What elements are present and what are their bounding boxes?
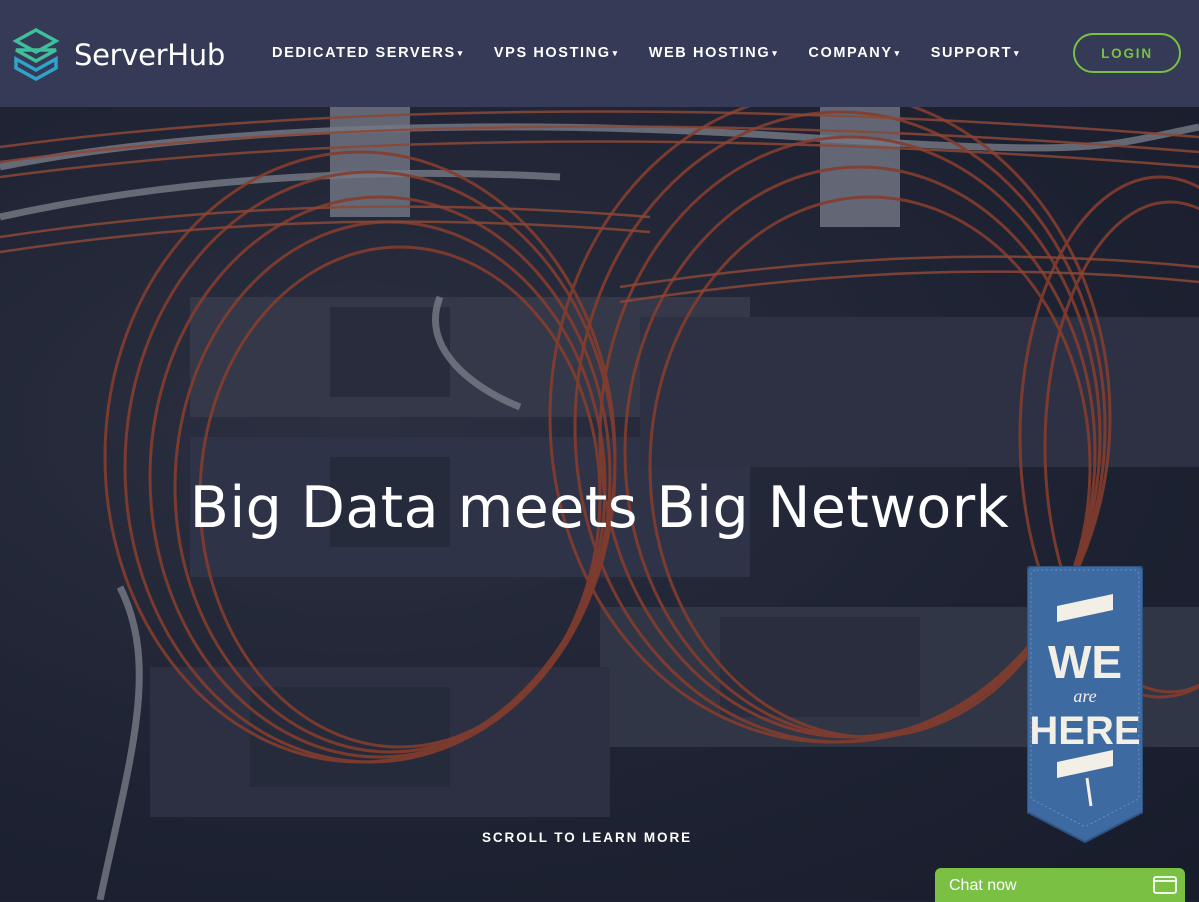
- caret-down-icon: ▾: [457, 47, 464, 58]
- nav-label: COMPANY: [808, 45, 893, 61]
- caret-down-icon: ▾: [1014, 47, 1021, 58]
- hero-section: Big Data meets Big Network SCROLL TO LEA…: [0, 107, 1199, 900]
- badge-line3: HERE: [1029, 709, 1140, 753]
- nav-dedicated-servers[interactable]: DEDICATED SERVERS ▾: [272, 45, 464, 61]
- nav-web-hosting[interactable]: WEB HOSTING ▾: [649, 45, 779, 61]
- top-navbar: ServerHub DEDICATED SERVERS ▾ VPS HOSTIN…: [0, 0, 1199, 107]
- nav-label: SUPPORT: [930, 45, 1013, 61]
- we-are-here-badge[interactable]: WE are HERE: [1026, 565, 1144, 849]
- nav-label: DEDICATED SERVERS: [272, 45, 456, 61]
- chat-now-widget[interactable]: Chat now: [935, 868, 1185, 902]
- login-button[interactable]: LOGIN: [1073, 33, 1181, 73]
- nav-support[interactable]: SUPPORT ▾: [931, 45, 1020, 61]
- nav-company[interactable]: COMPANY ▾: [808, 45, 900, 61]
- main-nav: DEDICATED SERVERS ▾ VPS HOSTING ▾ WEB HO…: [272, 45, 1050, 61]
- badge-line2: are: [1073, 686, 1096, 706]
- chat-window-icon: [1153, 876, 1177, 894]
- chat-now-label: Chat now: [949, 877, 1017, 894]
- brand-name: ServerHub: [74, 38, 225, 72]
- brand-logo[interactable]: ServerHub: [12, 28, 225, 82]
- nav-label: VPS HOSTING: [493, 45, 611, 61]
- nav-label: WEB HOSTING: [648, 45, 771, 61]
- cube-logo-icon: [12, 28, 60, 81]
- caret-down-icon: ▾: [772, 47, 779, 58]
- caret-down-icon: ▾: [894, 47, 901, 58]
- hero-headline: Big Data meets Big Network: [0, 475, 1199, 541]
- nav-vps-hosting[interactable]: VPS HOSTING ▾: [494, 45, 619, 61]
- badge-line1: WE: [1048, 636, 1122, 688]
- hero-headline-text: Big Data meets Big Network: [189, 475, 1010, 541]
- caret-down-icon: ▾: [612, 47, 619, 58]
- scroll-to-learn-more-link[interactable]: SCROLL TO LEARN MORE: [482, 830, 692, 845]
- we-are-here-ribbon-icon: WE are HERE: [1026, 565, 1144, 844]
